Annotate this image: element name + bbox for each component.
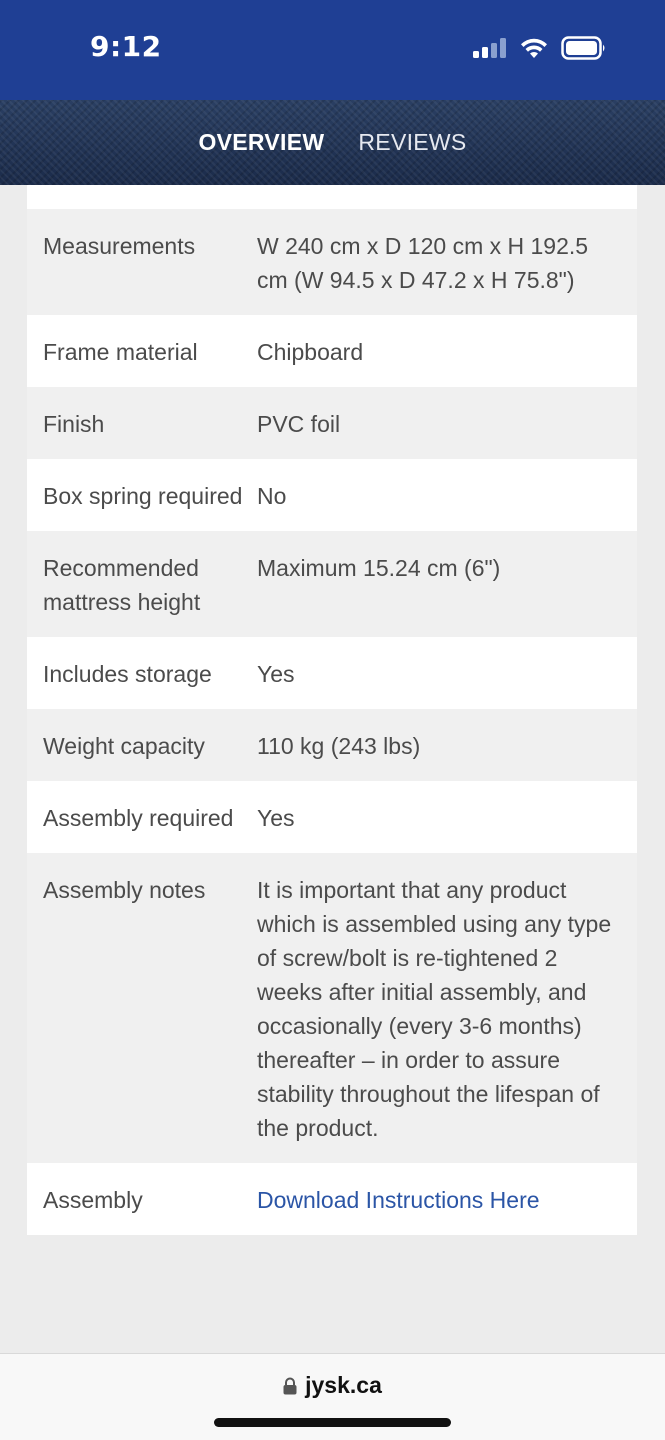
tab-overview[interactable]: OVERVIEW [198, 129, 324, 156]
status-icons [473, 36, 607, 60]
spec-label: Box spring required [43, 483, 243, 509]
specs-table: Measurements W 240 cm x D 120 cm x H 192… [27, 185, 637, 1235]
download-instructions-link[interactable]: Download Instructions Here [257, 1183, 621, 1217]
spec-value: W 240 cm x D 120 cm x H 192.5 cm (W 94.5… [257, 233, 589, 293]
battery-icon [561, 36, 605, 60]
home-indicator[interactable] [214, 1418, 451, 1427]
spec-label: Weight capacity [43, 733, 205, 759]
spec-value: PVC foil [257, 411, 341, 437]
wifi-icon [521, 38, 547, 58]
spec-label: Finish [43, 411, 105, 437]
status-time: 9:12 [90, 30, 162, 63]
tab-reviews[interactable]: REVIEWS [358, 129, 466, 156]
product-specs-section: Measurements W 240 cm x D 120 cm x H 192… [0, 185, 665, 1353]
status-bar: 9:12 [0, 0, 665, 100]
spec-row-mattress-height: Recommended mattress height Maximum 15.2… [27, 531, 637, 637]
spec-label: Recommended mattress height [43, 555, 201, 615]
spec-row-assembly-required: Assembly required Yes [27, 781, 637, 853]
url-display[interactable]: jysk.ca [0, 1372, 665, 1399]
spec-label: Frame material [43, 339, 198, 365]
spec-row-weight-capacity: Weight capacity 110 kg (243 lbs) [27, 709, 637, 781]
spec-row-box-spring: Box spring required No [27, 459, 637, 531]
spec-label: Includes storage [43, 661, 212, 687]
product-nav-bar: OVERVIEW REVIEWS [0, 100, 665, 185]
spec-value: Yes [257, 661, 295, 687]
spec-value: It is important that any product which i… [257, 877, 612, 1141]
browser-address-bar[interactable]: jysk.ca [0, 1353, 665, 1440]
lock-icon [283, 1377, 297, 1394]
url-domain: jysk.ca [305, 1372, 382, 1398]
spec-row-frame-material: Frame material Chipboard [27, 315, 637, 387]
spec-value: Maximum 15.24 cm (6") [257, 555, 501, 581]
spec-row-includes-storage: Includes storage Yes [27, 637, 637, 709]
spec-value: No [257, 483, 287, 509]
spec-value: Chipboard [257, 339, 364, 365]
spec-label: Assembly notes [43, 877, 206, 903]
spec-row-assembly: Assembly Download Instructions Here [27, 1163, 637, 1235]
spec-row-assembly-notes: Assembly notes It is important that any … [27, 853, 637, 1163]
spec-row-finish: Finish PVC foil [27, 387, 637, 459]
table-top-strip [27, 185, 637, 209]
spec-value: Yes [257, 805, 295, 831]
spec-label: Measurements [43, 233, 196, 259]
spec-row-measurements: Measurements W 240 cm x D 120 cm x H 192… [27, 209, 637, 315]
cellular-signal-icon [473, 38, 506, 58]
spec-value: 110 kg (243 lbs) [257, 733, 421, 759]
spec-label: Assembly [43, 1187, 143, 1213]
spec-label: Assembly required [43, 805, 234, 831]
